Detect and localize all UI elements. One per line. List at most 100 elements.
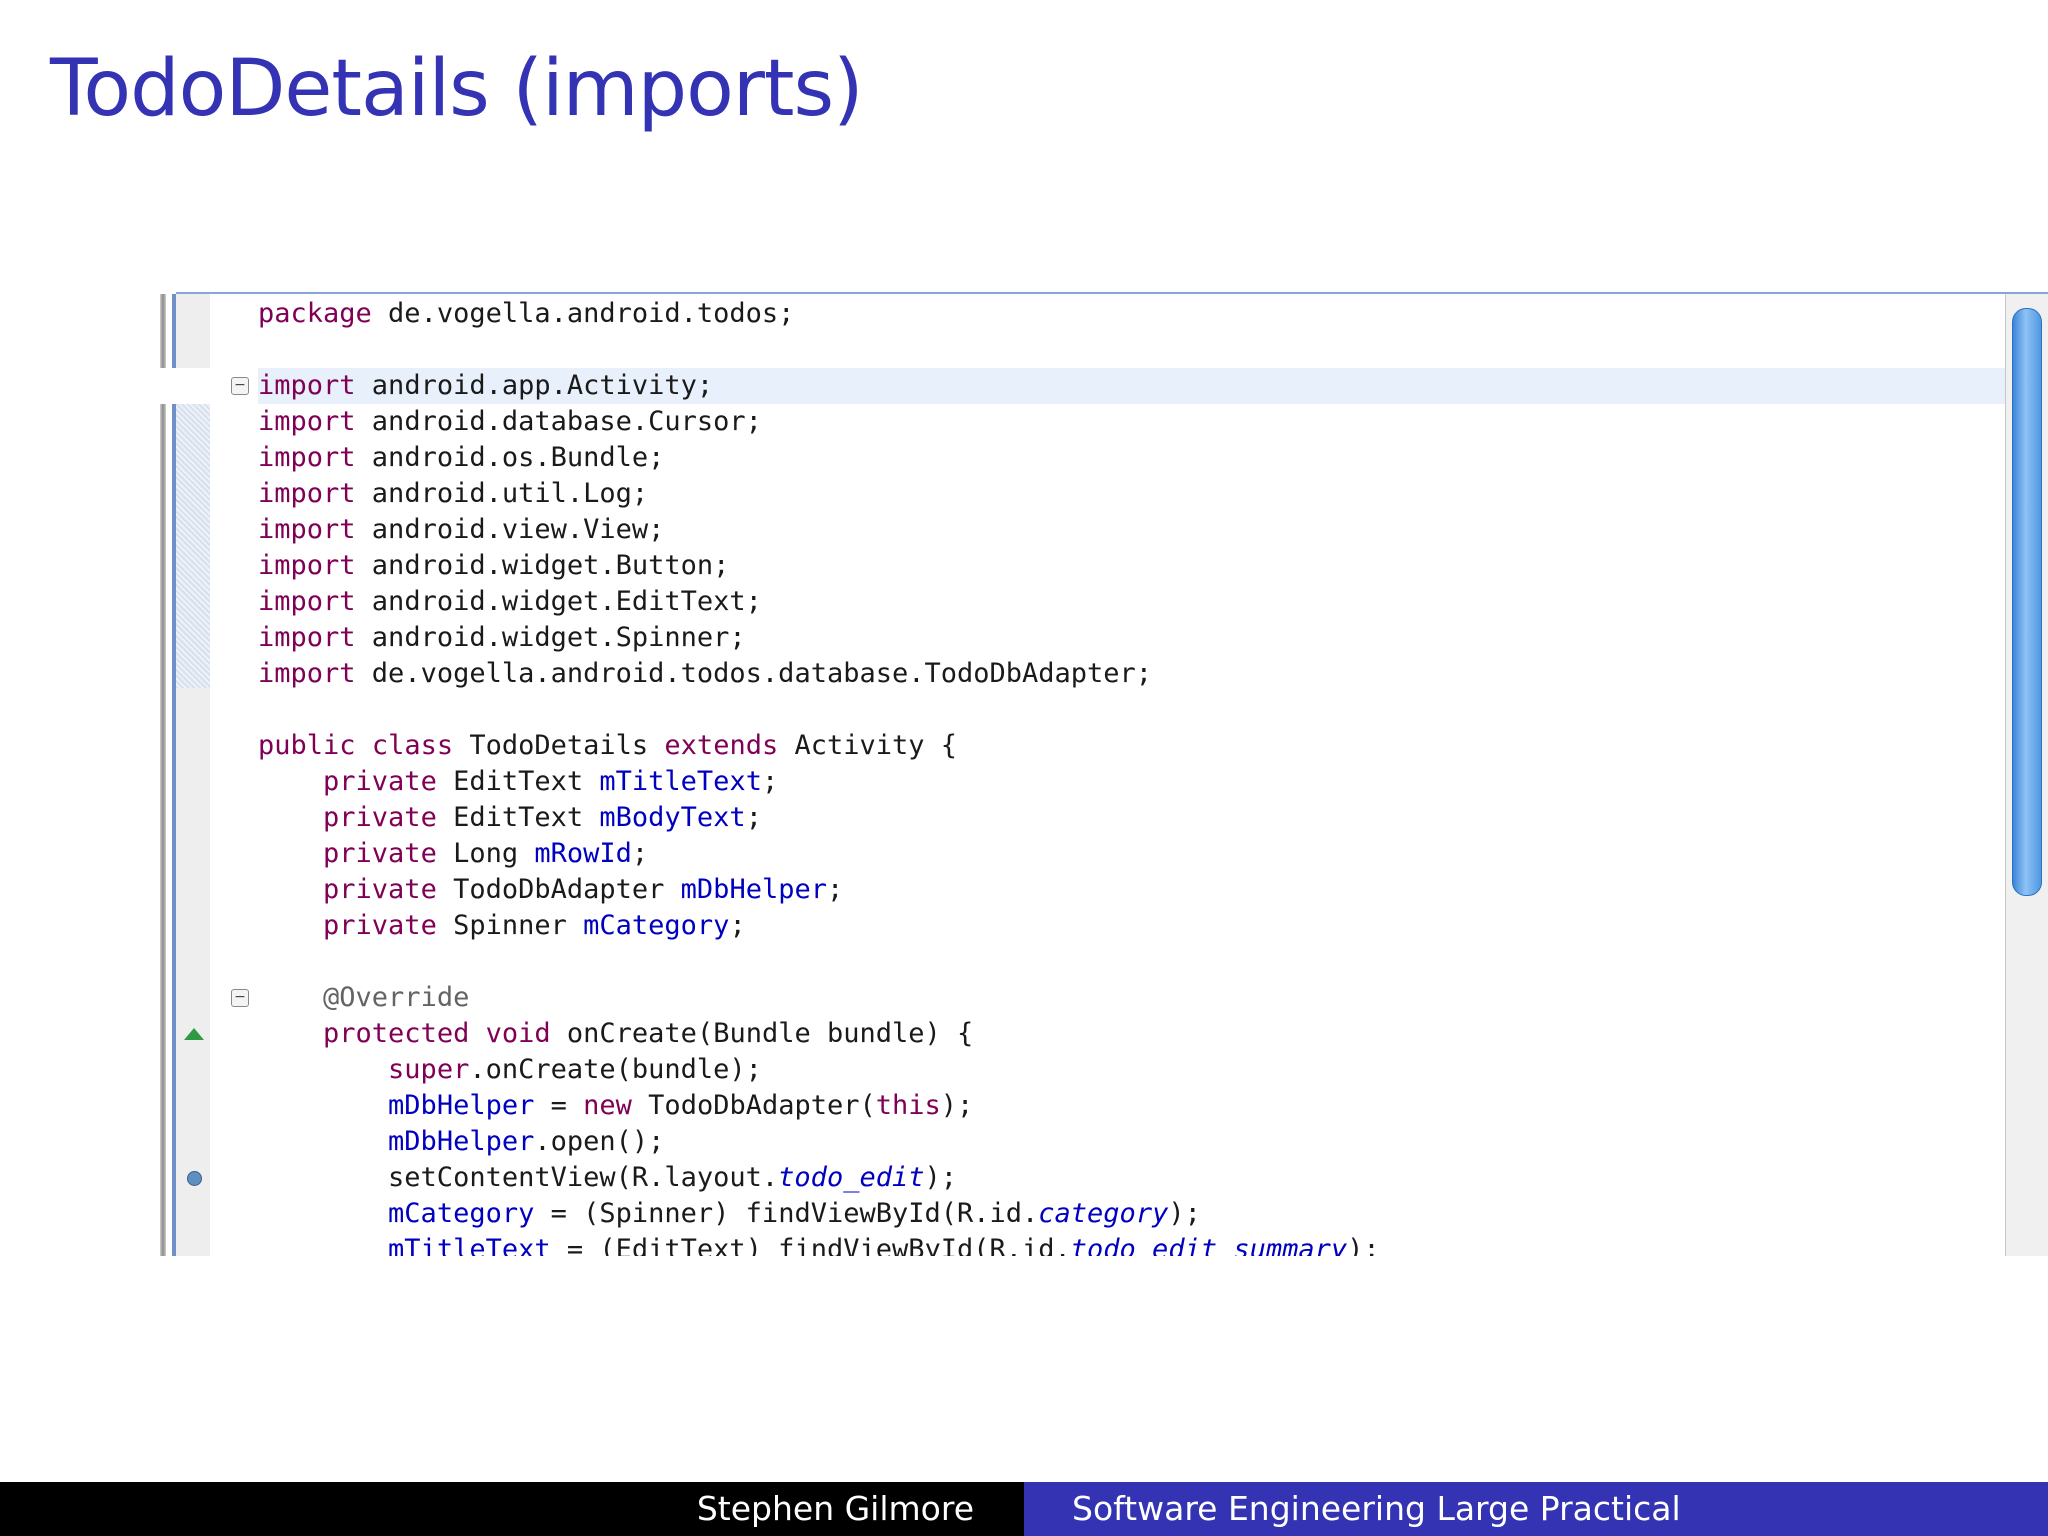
code-line[interactable]: setContentView(R.layout.todo_edit);	[160, 1160, 2048, 1196]
code-token: ;	[729, 910, 746, 941]
footer-course-panel: Software Engineering Large Practical	[1024, 1482, 2048, 1536]
vertical-scrollbar[interactable]	[2005, 294, 2048, 1256]
code-token: ;	[761, 766, 779, 797]
code-token: import	[258, 586, 356, 617]
fold-minus-icon[interactable]: −	[231, 377, 249, 395]
code-token: android.widget.Button;	[355, 550, 730, 581]
code-token: private	[323, 910, 437, 941]
code-line[interactable]: − import android.app.Activity;	[160, 368, 2048, 404]
code-line[interactable]: − @Override	[160, 980, 2048, 1016]
code-token: android.util.Log;	[355, 478, 649, 509]
code-token: mCategory	[583, 910, 730, 941]
code-token: mTitleText	[599, 766, 762, 797]
code-token: de.vogella.android.todos;	[371, 298, 795, 329]
code-token: private	[323, 874, 437, 905]
code-token: onCreate(Bundle bundle) {	[550, 1018, 974, 1049]
code-token: package	[258, 298, 372, 329]
code-token: android.view.View;	[355, 514, 665, 545]
code-token: android.database.Cursor;	[355, 406, 762, 437]
code-token: );	[1347, 1234, 1380, 1256]
code-token: android.widget.EditText;	[355, 586, 762, 617]
code-line[interactable]: mTitleText = (EditText) findViewById(R.i…	[160, 1232, 2048, 1256]
code-token: mDbHelper	[388, 1090, 535, 1121]
code-token: private	[323, 838, 437, 869]
code-token: setContentView(R.layout.	[258, 1162, 779, 1193]
code-token: TodoDetails	[453, 730, 665, 761]
slide-footer: Stephen Gilmore Software Engineering Lar…	[0, 1482, 2048, 1536]
code-token: import	[258, 658, 356, 689]
code-token: );	[940, 1090, 974, 1121]
code-token: todo_edit	[778, 1162, 925, 1193]
code-area[interactable]: package de.vogella.android.todos; − impor…	[160, 296, 2048, 1256]
code-line[interactable]	[160, 692, 2048, 728]
code-token: = (Spinner) findViewById(R.id.	[534, 1198, 1039, 1229]
code-line[interactable]: private TodoDbAdapter mDbHelper;	[160, 872, 2048, 908]
code-token: this	[875, 1090, 941, 1121]
code-token: class	[371, 730, 454, 761]
footer-author: Stephen Gilmore	[696, 1489, 974, 1528]
code-line[interactable]: mDbHelper = new TodoDbAdapter(this);	[160, 1088, 2048, 1124]
bookmark-dot-icon[interactable]	[187, 1171, 202, 1186]
editor-top-border	[176, 292, 2048, 294]
code-token: EditText	[436, 766, 600, 797]
code-token: );	[1168, 1198, 1201, 1229]
code-line[interactable]: import android.view.View;	[160, 512, 2048, 548]
code-token: import	[258, 406, 356, 437]
code-token: import	[258, 442, 356, 473]
code-token: protected	[323, 1018, 470, 1049]
code-token: import	[258, 370, 356, 401]
code-line[interactable]: super.onCreate(bundle);	[160, 1052, 2048, 1088]
code-token: mBodyText	[599, 802, 746, 833]
code-line[interactable]: public class TodoDetails extends Activit…	[160, 728, 2048, 764]
code-token: EditText	[436, 802, 600, 833]
code-token: =	[534, 1090, 584, 1121]
code-token: .open();	[534, 1126, 665, 1157]
code-token: ;	[826, 874, 844, 905]
code-line[interactable]: mDbHelper.open();	[160, 1124, 2048, 1160]
code-token: mCategory	[388, 1198, 535, 1229]
code-token: Activity {	[778, 730, 958, 761]
code-line[interactable]: import android.widget.EditText;	[160, 584, 2048, 620]
override-triangle-icon[interactable]	[184, 1028, 204, 1040]
code-token: TodoDbAdapter(	[631, 1090, 876, 1121]
code-line[interactable]: private Spinner mCategory;	[160, 908, 2048, 944]
code-line[interactable]: protected void onCreate(Bundle bundle) {	[160, 1016, 2048, 1052]
code-line[interactable]: mCategory = (Spinner) findViewById(R.id.…	[160, 1196, 2048, 1232]
fold-minus-icon[interactable]: −	[231, 989, 249, 1007]
code-token: TodoDbAdapter	[436, 874, 681, 905]
code-token: @Override	[323, 982, 470, 1013]
code-token: import	[258, 478, 356, 509]
code-line[interactable]: import de.vogella.android.todos.database…	[160, 656, 2048, 692]
code-line[interactable]: private EditText mBodyText;	[160, 800, 2048, 836]
code-line[interactable]: private Long mRowId;	[160, 836, 2048, 872]
code-line[interactable]: private EditText mTitleText;	[160, 764, 2048, 800]
code-editor[interactable]: package de.vogella.android.todos; − impor…	[160, 292, 2048, 1256]
code-line[interactable]: import android.os.Bundle;	[160, 440, 2048, 476]
code-token: void	[485, 1018, 551, 1049]
code-line[interactable]	[160, 944, 2048, 980]
code-token: Spinner	[436, 910, 584, 941]
code-line[interactable]: import android.util.Log;	[160, 476, 2048, 512]
code-token: android.widget.Spinner;	[355, 622, 746, 653]
code-line[interactable]	[160, 332, 2048, 368]
code-line[interactable]: import android.database.Cursor;	[160, 404, 2048, 440]
code-token: = (EditText) findViewById(R.id.	[550, 1234, 1071, 1256]
code-token: private	[323, 802, 437, 833]
code-line[interactable]: package de.vogella.android.todos;	[160, 296, 2048, 332]
code-line[interactable]: import android.widget.Spinner;	[160, 620, 2048, 656]
code-token: new	[583, 1090, 632, 1121]
code-line[interactable]: import android.widget.Button;	[160, 548, 2048, 584]
code-token: android.app.Activity;	[355, 370, 714, 401]
code-token: mTitleText	[388, 1234, 551, 1256]
code-token: mRowId	[534, 838, 632, 869]
scrollbar-thumb[interactable]	[2012, 308, 2042, 896]
